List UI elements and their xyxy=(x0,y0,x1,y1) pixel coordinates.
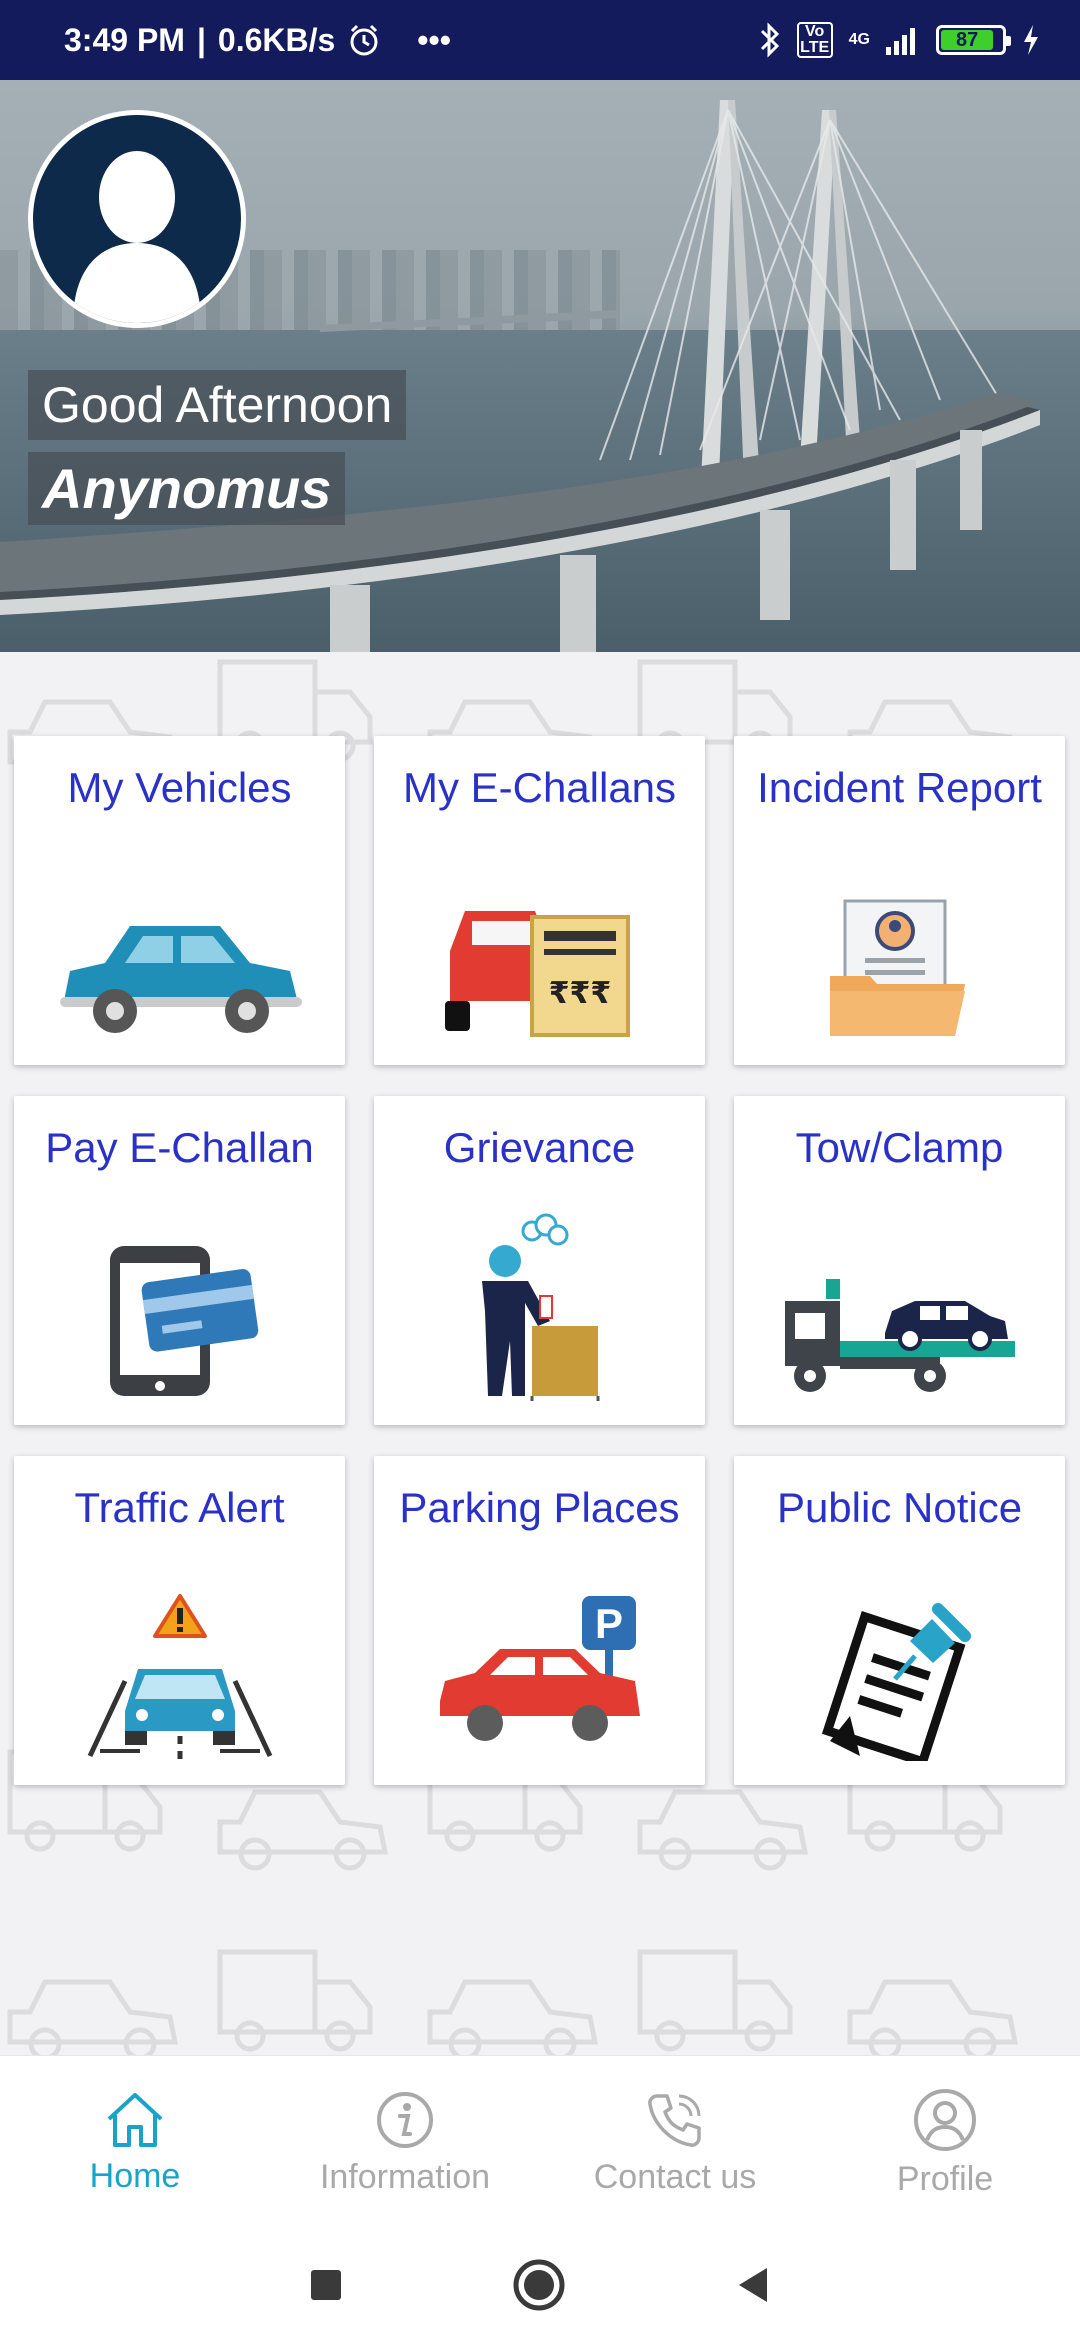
tile-label: Grievance xyxy=(443,1124,636,1171)
tile-label: Public Notice xyxy=(776,1484,1023,1531)
parking-icon: P xyxy=(439,1596,640,1741)
header-banner: Good Afternoon Anynomus xyxy=(0,80,1080,652)
alarm-icon xyxy=(347,23,381,57)
service-grid: My Vehicles My E-Challans ₹₹₹ Incident R… xyxy=(14,736,1066,1785)
phone-card-icon xyxy=(109,1246,258,1396)
nav-label: Contact us xyxy=(593,2157,757,2196)
network-type: 4G xyxy=(848,31,870,48)
tile-public-notice[interactable]: Public Notice xyxy=(734,1456,1065,1785)
tile-label: Pay E-Challan xyxy=(45,1124,314,1171)
back-icon[interactable] xyxy=(735,2265,771,2305)
user-silhouette-icon xyxy=(73,151,201,323)
main-content: My Vehicles My E-Challans ₹₹₹ Incident R… xyxy=(0,652,1080,2055)
tile-label: Parking Places xyxy=(399,1484,680,1531)
greeting-box: Good Afternoon xyxy=(28,370,407,440)
battery-icon: 87 xyxy=(936,25,1011,55)
grievance-icon xyxy=(481,1213,599,1401)
nav-label: Home xyxy=(89,2156,181,2195)
tile-label: Incident Report xyxy=(757,764,1042,811)
nav-home[interactable]: Home xyxy=(0,2056,270,2230)
home-icon xyxy=(107,2092,163,2147)
recents-icon[interactable] xyxy=(309,2268,343,2302)
tile-label: Traffic Alert xyxy=(74,1484,285,1531)
tile-my-vehicles[interactable]: My Vehicles xyxy=(14,736,345,1065)
charging-icon xyxy=(1022,25,1040,55)
tile-label: My Vehicles xyxy=(67,764,292,811)
notice-icon xyxy=(821,1603,971,1761)
greeting-text: Good Afternoon xyxy=(42,377,393,433)
status-more: ••• xyxy=(417,21,451,58)
battery-level: 87 xyxy=(941,29,994,51)
tile-parking-places[interactable]: Parking Places P xyxy=(374,1456,705,1785)
volte-icon: Vo LTE xyxy=(796,22,833,58)
tow-truck-icon xyxy=(784,1279,1015,1392)
username-box: Anynomus xyxy=(28,452,346,525)
bottom-navigation: Home Information Contact us Profile xyxy=(0,2055,1080,2230)
home-button-icon[interactable] xyxy=(513,2259,565,2311)
nav-label: Profile xyxy=(896,2159,994,2198)
nav-contact-us[interactable]: Contact us xyxy=(540,2056,810,2230)
tile-grievance[interactable]: Grievance xyxy=(374,1096,705,1425)
nav-information[interactable]: Information xyxy=(270,2056,540,2230)
profile-icon xyxy=(914,2088,976,2151)
car-icon xyxy=(59,926,302,1033)
tile-incident-report[interactable]: Incident Report xyxy=(734,736,1065,1065)
tile-label: My E-Challans xyxy=(402,764,677,811)
tile-traffic-alert[interactable]: Traffic Alert xyxy=(14,1456,345,1785)
svg-text:P: P xyxy=(594,1600,622,1647)
status-separator: | xyxy=(196,21,206,58)
nav-label: Information xyxy=(319,2157,491,2196)
incident-folder-icon xyxy=(829,899,965,1036)
tile-label: Tow/Clamp xyxy=(795,1124,1004,1171)
nav-profile[interactable]: Profile xyxy=(810,2056,1080,2230)
avatar[interactable] xyxy=(28,110,246,328)
bluetooth-icon xyxy=(759,22,781,58)
system-navigation-bar xyxy=(0,2230,1080,2340)
phone-icon xyxy=(648,2093,701,2147)
traffic-alert-icon xyxy=(87,1594,272,1761)
status-bar: 3:49 PM | 0.6KB/s ••• Vo LTE 4G 87 xyxy=(0,0,1080,80)
svg-text:₹₹₹: ₹₹₹ xyxy=(548,976,611,1011)
info-icon xyxy=(377,2091,433,2148)
echallan-icon: ₹₹₹ xyxy=(444,911,630,1037)
status-time: 3:49 PM xyxy=(64,21,185,58)
tile-my-e-challans[interactable]: My E-Challans ₹₹₹ xyxy=(374,736,705,1065)
tile-tow-clamp[interactable]: Tow/Clamp xyxy=(734,1096,1065,1425)
tile-pay-e-challan[interactable]: Pay E-Challan xyxy=(14,1096,345,1425)
signal-icon xyxy=(886,25,920,55)
username-text: Anynomus xyxy=(42,457,332,520)
status-speed: 0.6KB/s xyxy=(217,21,336,58)
